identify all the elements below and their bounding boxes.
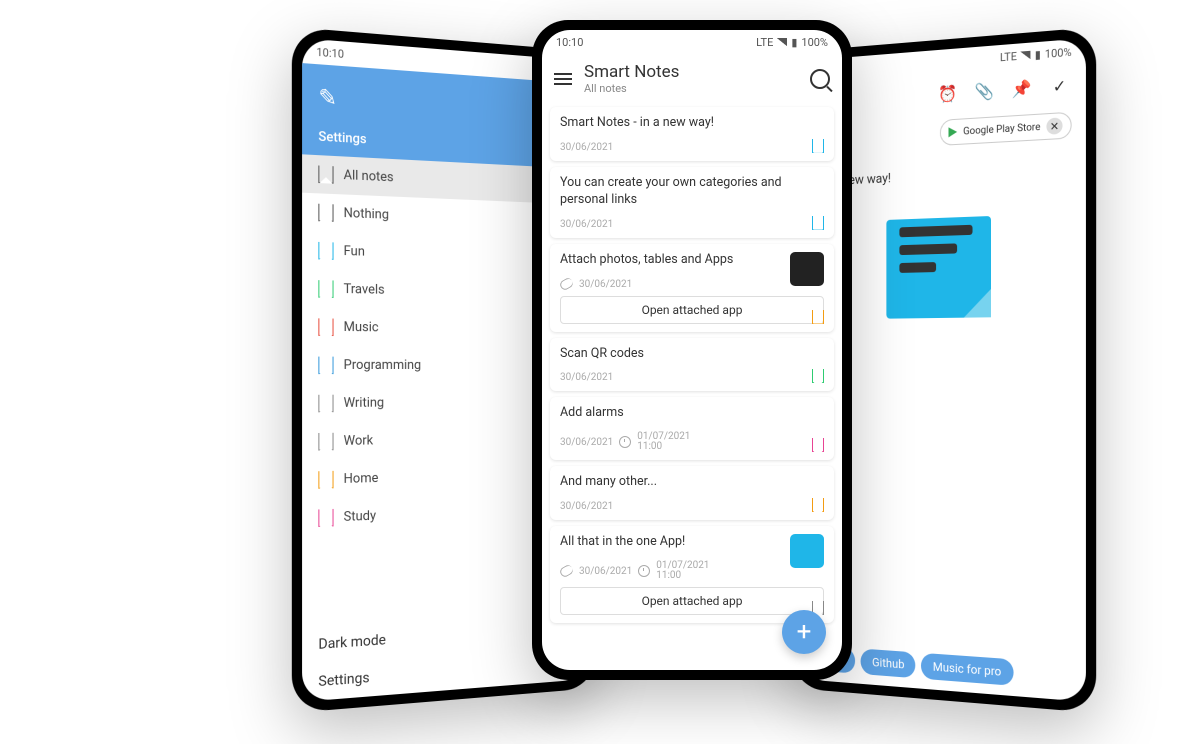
note-thumbnail [790, 534, 824, 568]
menu-icon[interactable] [554, 73, 572, 85]
signal-icon [777, 38, 787, 46]
attach-icon[interactable]: 📎 [976, 82, 992, 99]
category-label: Programming [344, 358, 422, 373]
notes-list: Smart Notes - in a new way! 30/06/2021 You… [542, 103, 842, 670]
bookmark-icon[interactable] [812, 310, 824, 324]
signal-icon [1021, 51, 1031, 60]
note-title: And many other... [560, 474, 824, 491]
bookmark-icon [318, 433, 333, 451]
note-date: 30/06/2021 [560, 372, 613, 383]
category-label: Writing [344, 395, 385, 411]
alarm-icon[interactable]: ⏰ [940, 85, 955, 102]
category-label: Work [344, 433, 374, 449]
playstore-icon [949, 127, 958, 138]
status-batt: 100% [801, 36, 828, 49]
status-time: 10:10 [316, 45, 344, 61]
status-net: LTE [1000, 49, 1017, 64]
clip-icon [558, 276, 574, 291]
pin-icon[interactable]: 📌 [1014, 80, 1030, 97]
note-card[interactable]: Smart Notes - in a new way! 30/06/2021 [550, 107, 834, 161]
note-alarm: 01/07/202111:00 [656, 561, 709, 581]
link-pill[interactable]: Github [861, 649, 916, 679]
category-label: Music [344, 320, 379, 336]
note-thumbnail [790, 252, 824, 286]
bookmark-icon [318, 395, 333, 413]
note-title: Smart Notes - in a new way! [560, 115, 824, 132]
bookmark-icon[interactable] [812, 498, 824, 512]
note-date: 30/06/2021 [560, 437, 613, 448]
bookmark-icon[interactable] [812, 369, 824, 383]
chip-close-icon[interactable]: ✕ [1046, 117, 1062, 134]
bookmark-icon [318, 509, 333, 527]
battery-icon: ▮ [1035, 47, 1041, 61]
category-label: Travels [344, 282, 385, 298]
bookmark-icon [318, 165, 333, 183]
note-alarm: 01/07/202111:00 [637, 432, 690, 452]
statusbar: 10:10 LTE ▮ 100% [542, 30, 842, 54]
category-label: Study [344, 509, 376, 526]
bookmark-icon [318, 357, 333, 375]
note-title: All that in the one App! [560, 534, 824, 551]
note-card[interactable]: All that in the one App! 30/06/2021 01/07/… [550, 526, 834, 623]
bookmark-icon [318, 471, 333, 489]
note-title: Attach photos, tables and Apps [560, 252, 824, 269]
category-label: Nothing [344, 206, 389, 223]
chip-label: Google Play Store [963, 121, 1040, 137]
note-meta: 30/06/2021 [560, 279, 824, 290]
note-meta: 30/06/2021 [560, 372, 824, 383]
status-net: LTE [756, 36, 773, 49]
link-pill[interactable]: Music for pro [921, 653, 1013, 686]
open-app-button[interactable]: Open attached app [560, 587, 824, 615]
note-card[interactable]: And many other... 30/06/2021 [550, 466, 834, 520]
app-header: Smart Notes All notes [542, 54, 842, 103]
alarm-icon [619, 436, 631, 448]
battery-icon: ▮ [791, 36, 797, 49]
note-date: 30/06/2021 [579, 279, 632, 290]
note-title: You can create your own categories and p… [560, 175, 824, 209]
status-time: 10:10 [556, 36, 583, 49]
note-meta: 30/06/2021 01/07/202111:00 [560, 432, 824, 452]
bookmark-icon [318, 242, 333, 260]
note-date: 30/06/2021 [579, 566, 632, 577]
note-card[interactable]: Add alarms 30/06/2021 01/07/202111:00 [550, 397, 834, 460]
search-icon[interactable] [810, 69, 830, 89]
bookmark-icon[interactable] [812, 139, 824, 153]
note-card[interactable]: Attach photos, tables and Apps 30/06/2021… [550, 244, 834, 332]
note-date: 30/06/2021 [560, 219, 613, 230]
note-illustration [886, 216, 991, 319]
bookmark-icon[interactable] [812, 438, 824, 452]
app-title: Smart Notes [584, 62, 798, 82]
alarm-icon [638, 565, 650, 577]
note-meta: 30/06/2021 [560, 219, 824, 230]
category-label: All notes [344, 168, 394, 186]
add-note-fab[interactable]: + [782, 610, 826, 654]
clip-icon [558, 563, 574, 578]
note-date: 30/06/2021 [560, 142, 613, 153]
bookmark-icon[interactable] [812, 216, 824, 230]
note-meta: 30/06/2021 [560, 142, 824, 153]
app-subtitle: All notes [584, 82, 798, 95]
note-date: 30/06/2021 [560, 501, 613, 512]
bookmark-icon [318, 318, 333, 336]
note-meta: 30/06/2021 01/07/202111:00 [560, 561, 824, 581]
note-card[interactable]: Scan QR codes 30/06/2021 [550, 338, 834, 392]
note-meta: 30/06/2021 [560, 501, 824, 512]
bookmark-icon [318, 204, 333, 222]
phone-main: 10:10 LTE ▮ 100% Smart Notes All notes Sma… [532, 20, 852, 680]
open-app-button[interactable]: Open attached app [560, 296, 824, 324]
bookmark-icon [318, 280, 333, 298]
check-icon[interactable]: ✓ [1051, 77, 1067, 95]
app-chip[interactable]: Google Play Store ✕ [940, 112, 1072, 146]
note-title: Add alarms [560, 405, 824, 422]
note-card[interactable]: You can create your own categories and p… [550, 167, 834, 238]
category-label: Home [344, 471, 379, 487]
category-label: Fun [344, 244, 365, 260]
status-batt: 100% [1045, 45, 1072, 60]
note-title: Scan QR codes [560, 346, 824, 363]
